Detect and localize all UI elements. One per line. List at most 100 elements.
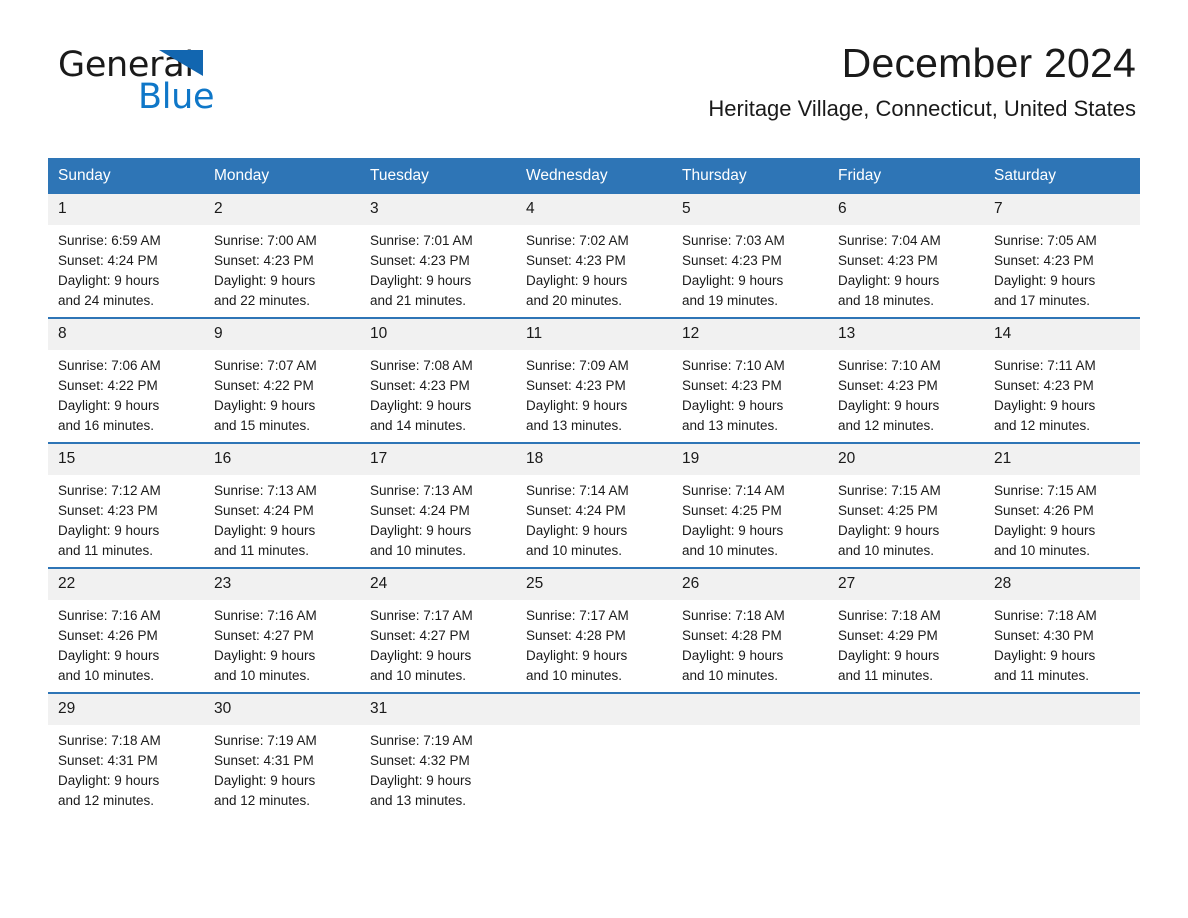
day-number: 19	[672, 444, 828, 475]
day-details: Sunrise: 7:13 AM Sunset: 4:24 PM Dayligh…	[204, 475, 360, 561]
calendar-day-cell[interactable]: 28 Sunrise: 7:18 AM Sunset: 4:30 PM Dayl…	[984, 567, 1140, 693]
daylight-text-line1: Daylight: 9 hours	[682, 648, 784, 663]
day-number: 7	[984, 194, 1140, 225]
day-number: 28	[984, 569, 1140, 600]
daylight-text-line2: and 10 minutes.	[370, 543, 467, 558]
logo-text-blue: Blue	[138, 77, 215, 117]
sunset-text: Sunset: 4:25 PM	[838, 503, 938, 518]
day-number: 25	[516, 569, 672, 600]
daylight-text-line1: Daylight: 9 hours	[526, 398, 628, 413]
triangle-flag-icon	[159, 50, 203, 76]
day-details: Sunrise: 7:01 AM Sunset: 4:23 PM Dayligh…	[360, 225, 516, 311]
calendar-day-cell[interactable]: 5 Sunrise: 7:03 AM Sunset: 4:23 PM Dayli…	[672, 194, 828, 318]
sunset-text: Sunset: 4:28 PM	[682, 628, 782, 643]
calendar-day-cell[interactable]: 23 Sunrise: 7:16 AM Sunset: 4:27 PM Dayl…	[204, 567, 360, 693]
calendar-day-cell[interactable]: 8 Sunrise: 7:06 AM Sunset: 4:22 PM Dayli…	[48, 317, 204, 443]
calendar-day-cell[interactable]: 1 Sunrise: 6:59 AM Sunset: 4:24 PM Dayli…	[48, 194, 204, 318]
calendar-day-cell[interactable]: 31 Sunrise: 7:19 AM Sunset: 4:32 PM Dayl…	[360, 692, 516, 817]
general-blue-logo[interactable]: General Blue	[58, 45, 378, 125]
sunset-text: Sunset: 4:23 PM	[838, 378, 938, 393]
sunset-text: Sunset: 4:24 PM	[526, 503, 626, 518]
sunset-text: Sunset: 4:23 PM	[682, 378, 782, 393]
day-number: 9	[204, 319, 360, 350]
sunrise-text: Sunrise: 7:09 AM	[526, 358, 629, 373]
day-details: Sunrise: 7:10 AM Sunset: 4:23 PM Dayligh…	[828, 350, 984, 436]
day-details: Sunrise: 7:16 AM Sunset: 4:27 PM Dayligh…	[204, 600, 360, 686]
calendar-day-cell[interactable]: 11 Sunrise: 7:09 AM Sunset: 4:23 PM Dayl…	[516, 317, 672, 443]
calendar-day-cell[interactable]: 16 Sunrise: 7:13 AM Sunset: 4:24 PM Dayl…	[204, 442, 360, 568]
day-details: Sunrise: 7:03 AM Sunset: 4:23 PM Dayligh…	[672, 225, 828, 311]
calendar-day-cell[interactable]: 15 Sunrise: 7:12 AM Sunset: 4:23 PM Dayl…	[48, 442, 204, 568]
calendar-day-cell[interactable]: 26 Sunrise: 7:18 AM Sunset: 4:28 PM Dayl…	[672, 567, 828, 693]
calendar-body: 1 Sunrise: 6:59 AM Sunset: 4:24 PM Dayli…	[48, 194, 1140, 817]
calendar-page: General Blue December 2024 Heritage Vill…	[0, 0, 1188, 918]
calendar-day-cell[interactable]: 14 Sunrise: 7:11 AM Sunset: 4:23 PM Dayl…	[984, 317, 1140, 443]
sunset-text: Sunset: 4:24 PM	[58, 253, 158, 268]
sunrise-text: Sunrise: 7:17 AM	[526, 608, 629, 623]
daylight-text-line1: Daylight: 9 hours	[838, 273, 940, 288]
calendar-day-cell-empty	[516, 692, 672, 817]
calendar-grid: Sunday Monday Tuesday Wednesday Thursday…	[48, 158, 1140, 817]
sunset-text: Sunset: 4:26 PM	[994, 503, 1094, 518]
daylight-text-line2: and 11 minutes.	[214, 543, 310, 558]
sunset-text: Sunset: 4:25 PM	[682, 503, 782, 518]
sunset-text: Sunset: 4:23 PM	[994, 253, 1094, 268]
day-details: Sunrise: 7:14 AM Sunset: 4:24 PM Dayligh…	[516, 475, 672, 561]
calendar-day-cell[interactable]: 7 Sunrise: 7:05 AM Sunset: 4:23 PM Dayli…	[984, 194, 1140, 318]
day-number: 29	[48, 694, 204, 725]
day-number: 10	[360, 319, 516, 350]
daylight-text-line2: and 10 minutes.	[370, 668, 467, 683]
calendar-day-cell[interactable]: 18 Sunrise: 7:14 AM Sunset: 4:24 PM Dayl…	[516, 442, 672, 568]
daylight-text-line1: Daylight: 9 hours	[214, 773, 316, 788]
calendar-day-cell[interactable]: 19 Sunrise: 7:14 AM Sunset: 4:25 PM Dayl…	[672, 442, 828, 568]
daylight-text-line1: Daylight: 9 hours	[994, 398, 1096, 413]
sunrise-text: Sunrise: 7:13 AM	[214, 483, 317, 498]
daylight-text-line2: and 11 minutes.	[994, 668, 1090, 683]
calendar-day-cell[interactable]: 27 Sunrise: 7:18 AM Sunset: 4:29 PM Dayl…	[828, 567, 984, 693]
calendar-day-cell-empty	[828, 692, 984, 817]
daylight-text-line1: Daylight: 9 hours	[682, 523, 784, 538]
calendar-day-cell[interactable]: 24 Sunrise: 7:17 AM Sunset: 4:27 PM Dayl…	[360, 567, 516, 693]
calendar-day-cell[interactable]: 6 Sunrise: 7:04 AM Sunset: 4:23 PM Dayli…	[828, 194, 984, 318]
sunset-text: Sunset: 4:23 PM	[370, 253, 470, 268]
calendar-day-cell[interactable]: 22 Sunrise: 7:16 AM Sunset: 4:26 PM Dayl…	[48, 567, 204, 693]
calendar-day-cell[interactable]: 25 Sunrise: 7:17 AM Sunset: 4:28 PM Dayl…	[516, 567, 672, 693]
calendar-day-cell[interactable]: 13 Sunrise: 7:10 AM Sunset: 4:23 PM Dayl…	[828, 317, 984, 443]
sunrise-text: Sunrise: 7:17 AM	[370, 608, 473, 623]
calendar-day-cell[interactable]: 2 Sunrise: 7:00 AM Sunset: 4:23 PM Dayli…	[204, 194, 360, 318]
day-details: Sunrise: 7:17 AM Sunset: 4:27 PM Dayligh…	[360, 600, 516, 686]
daylight-text-line2: and 20 minutes.	[526, 293, 623, 308]
daylight-text-line1: Daylight: 9 hours	[526, 648, 628, 663]
day-details: Sunrise: 7:18 AM Sunset: 4:30 PM Dayligh…	[984, 600, 1140, 686]
sunrise-text: Sunrise: 7:16 AM	[214, 608, 317, 623]
daylight-text-line1: Daylight: 9 hours	[214, 648, 316, 663]
sunrise-text: Sunrise: 7:18 AM	[58, 733, 161, 748]
daylight-text-line2: and 12 minutes.	[58, 793, 155, 808]
calendar-day-cell[interactable]: 3 Sunrise: 7:01 AM Sunset: 4:23 PM Dayli…	[360, 194, 516, 318]
day-details: Sunrise: 7:02 AM Sunset: 4:23 PM Dayligh…	[516, 225, 672, 311]
day-number: 13	[828, 319, 984, 350]
day-details: Sunrise: 7:19 AM Sunset: 4:32 PM Dayligh…	[360, 725, 516, 811]
daylight-text-line2: and 10 minutes.	[682, 668, 779, 683]
calendar-day-cell[interactable]: 21 Sunrise: 7:15 AM Sunset: 4:26 PM Dayl…	[984, 442, 1140, 568]
daylight-text-line2: and 11 minutes.	[838, 668, 934, 683]
calendar-day-cell[interactable]: 9 Sunrise: 7:07 AM Sunset: 4:22 PM Dayli…	[204, 317, 360, 443]
calendar-day-cell[interactable]: 20 Sunrise: 7:15 AM Sunset: 4:25 PM Dayl…	[828, 442, 984, 568]
sunrise-text: Sunrise: 7:05 AM	[994, 233, 1097, 248]
calendar-day-cell[interactable]: 10 Sunrise: 7:08 AM Sunset: 4:23 PM Dayl…	[360, 317, 516, 443]
sunrise-text: Sunrise: 6:59 AM	[58, 233, 161, 248]
calendar-day-cell[interactable]: 17 Sunrise: 7:13 AM Sunset: 4:24 PM Dayl…	[360, 442, 516, 568]
day-details: Sunrise: 7:14 AM Sunset: 4:25 PM Dayligh…	[672, 475, 828, 561]
calendar-day-cell[interactable]: 29 Sunrise: 7:18 AM Sunset: 4:31 PM Dayl…	[48, 692, 204, 817]
daylight-text-line2: and 10 minutes.	[526, 543, 623, 558]
calendar-day-cell[interactable]: 30 Sunrise: 7:19 AM Sunset: 4:31 PM Dayl…	[204, 692, 360, 817]
weekday-header-friday: Friday	[828, 158, 984, 194]
daylight-text-line2: and 11 minutes.	[58, 543, 154, 558]
daylight-text-line2: and 10 minutes.	[994, 543, 1091, 558]
daylight-text-line1: Daylight: 9 hours	[838, 398, 940, 413]
calendar-day-cell[interactable]: 4 Sunrise: 7:02 AM Sunset: 4:23 PM Dayli…	[516, 194, 672, 318]
sunrise-text: Sunrise: 7:11 AM	[994, 358, 1096, 373]
sunrise-text: Sunrise: 7:19 AM	[214, 733, 317, 748]
calendar-day-cell[interactable]: 12 Sunrise: 7:10 AM Sunset: 4:23 PM Dayl…	[672, 317, 828, 443]
daylight-text-line1: Daylight: 9 hours	[526, 523, 628, 538]
